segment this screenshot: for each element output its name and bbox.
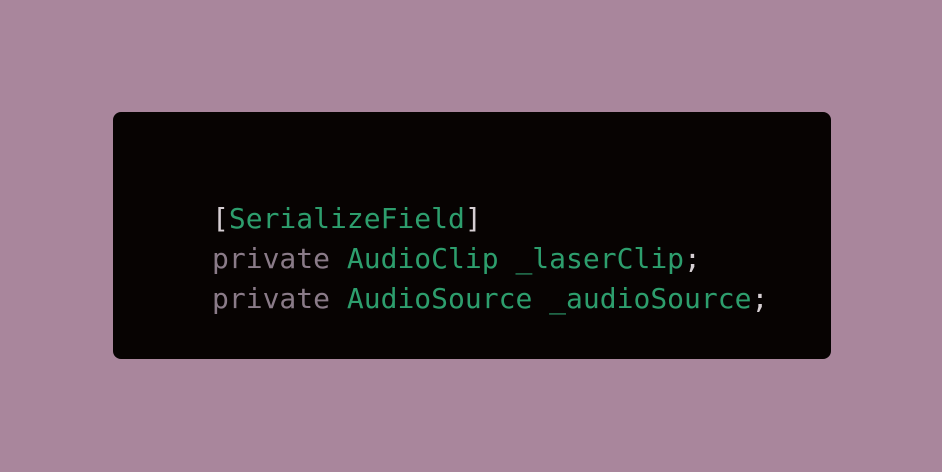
code-line-audio-clip: private AudioClip _laserClip; bbox=[212, 239, 768, 279]
close-bracket: ] bbox=[464, 202, 482, 235]
field-name: _laserClip bbox=[515, 242, 685, 275]
field-type: AudioSource bbox=[346, 282, 533, 315]
access-modifier: private bbox=[212, 242, 331, 275]
code-block: [SerializeField] private AudioClip _laser… bbox=[212, 199, 768, 319]
code-line-audio-source: private AudioSource _audioSource; bbox=[212, 279, 768, 319]
code-line-attribute: [SerializeField] bbox=[212, 199, 768, 239]
code-snippet-card: [SerializeField] private AudioClip _laser… bbox=[113, 112, 831, 359]
statement-terminator: ; bbox=[751, 282, 769, 315]
statement-terminator: ; bbox=[684, 242, 701, 275]
attribute-name: SerializeField bbox=[228, 202, 465, 235]
field-type: AudioClip bbox=[346, 242, 499, 275]
field-name: _audioSource bbox=[549, 282, 752, 315]
access-modifier: private bbox=[212, 282, 331, 315]
open-bracket: [ bbox=[212, 202, 229, 235]
